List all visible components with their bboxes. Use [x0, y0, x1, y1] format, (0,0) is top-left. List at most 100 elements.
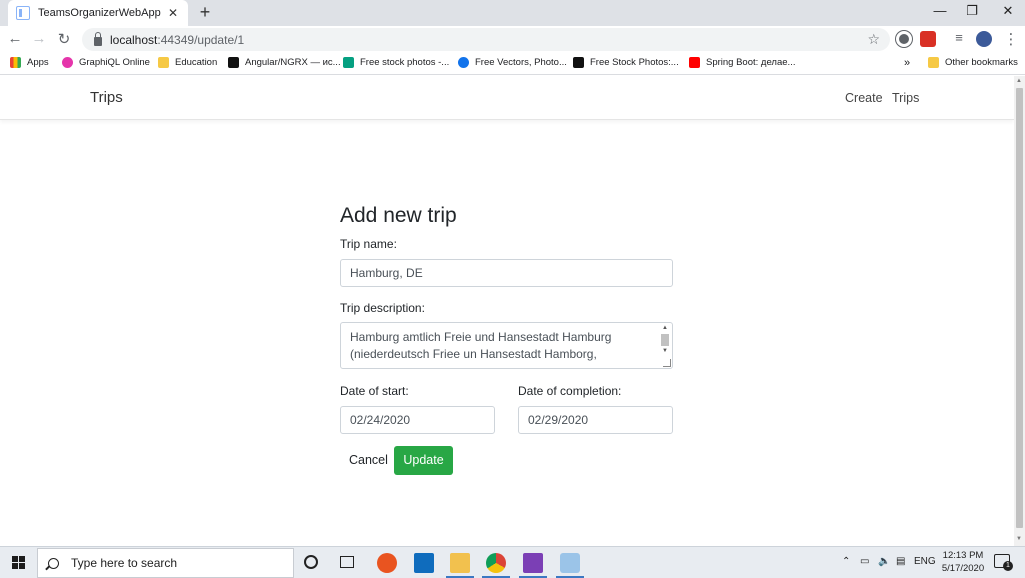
- address-bar[interactable]: localhost:44349/update/1 ☆: [82, 28, 890, 51]
- cancel-button[interactable]: Cancel: [349, 453, 388, 467]
- browser-menu-icon[interactable]: ⋮: [1002, 30, 1020, 48]
- new-tab-button[interactable]: +: [196, 3, 214, 21]
- search-placeholder: Type here to search: [71, 556, 178, 570]
- bookmark-label: Angular/NGRX — ис...: [245, 57, 341, 68]
- trip-name-input[interactable]: Hamburg, DE: [340, 259, 673, 287]
- lock-icon: [94, 31, 102, 46]
- bookmark-graphiql[interactable]: GraphiQL Online: [62, 57, 150, 68]
- scroll-up-icon[interactable]: ▲: [660, 325, 670, 332]
- date-completion-input[interactable]: 02/29/2020: [518, 406, 673, 434]
- folder-icon: [158, 57, 169, 68]
- bookmark-label: Apps: [27, 57, 49, 68]
- resize-grip-icon[interactable]: [663, 359, 671, 367]
- profile-avatar[interactable]: [976, 31, 992, 47]
- bookmark-angular-ngrx[interactable]: Angular/NGRX — ис...: [228, 57, 341, 68]
- task-view-icon[interactable]: [340, 556, 354, 568]
- graphql-icon: [62, 57, 73, 68]
- description-line-2: (niederdeutsch Friee un Hansestadt Hambo…: [350, 347, 597, 361]
- b-letter-icon: [573, 57, 584, 68]
- extension-red-icon[interactable]: [920, 31, 936, 47]
- forward-arrow-icon[interactable]: →: [30, 30, 48, 47]
- bookmark-apps[interactable]: Apps: [10, 57, 49, 68]
- media-queue-icon[interactable]: ≡: [950, 30, 968, 45]
- pexels-icon: [343, 57, 354, 68]
- bookmark-free-stock-photos-b[interactable]: Free Stock Photos:...: [573, 57, 679, 68]
- clock-date: 5/17/2020: [941, 563, 985, 574]
- close-window-button[interactable]: ✕: [1000, 3, 1016, 19]
- clock-time: 12:13 PM: [942, 550, 984, 561]
- medium-icon: [228, 57, 239, 68]
- search-icon: [48, 557, 59, 569]
- page-favicon-icon: [16, 6, 30, 20]
- volume-icon[interactable]: 🔈: [878, 556, 890, 567]
- file-explorer-icon[interactable]: [450, 553, 470, 573]
- ubuntu-icon[interactable]: [377, 553, 397, 573]
- notification-count-badge: 1: [1003, 561, 1013, 571]
- update-button[interactable]: Update: [394, 446, 453, 475]
- tab-close-icon[interactable]: ✕: [166, 6, 180, 20]
- chrome-icon[interactable]: [486, 553, 506, 573]
- minimize-button[interactable]: —: [932, 3, 948, 18]
- bookmark-label: Other bookmarks: [945, 57, 1018, 68]
- page-scroll-down-icon[interactable]: ▼: [1016, 536, 1022, 542]
- browser-tab[interactable]: TeamsOrganizerWebApp ✕: [8, 0, 188, 26]
- youtube-icon: [689, 57, 700, 68]
- browser-toolbar: ← → ↻ localhost:44349/update/1 ☆ ≡ ⋮: [0, 26, 1025, 53]
- description-line-1: Hamburg amtlich Freie und Hansestadt Ham…: [350, 330, 612, 344]
- date-start-label: Date of start:: [340, 384, 409, 398]
- language-indicator[interactable]: ENG: [914, 556, 936, 567]
- browser-tab-strip: TeamsOrganizerWebApp ✕ + — ❐ ✕: [0, 0, 1025, 26]
- visual-studio-icon[interactable]: [523, 553, 543, 573]
- bookmark-label: Free Vectors, Photo...: [475, 57, 567, 68]
- battery-icon[interactable]: ▭: [860, 556, 869, 567]
- page-title: Add new trip: [340, 204, 457, 227]
- restore-button[interactable]: ❐: [964, 3, 980, 19]
- scroll-thumb[interactable]: [661, 334, 669, 346]
- extension-dark-mode-icon[interactable]: [896, 31, 912, 47]
- show-hidden-icons-icon[interactable]: ⌃: [842, 556, 850, 567]
- bookmark-free-stock-photos[interactable]: Free stock photos -...: [343, 57, 449, 68]
- app-navbar: Trips Create Trips: [0, 76, 1014, 120]
- windows-start-icon[interactable]: [12, 556, 26, 570]
- bookmark-education[interactable]: Education: [158, 57, 217, 68]
- bookmark-star-icon[interactable]: ☆: [867, 31, 880, 48]
- date-start-input[interactable]: 02/24/2020: [340, 406, 495, 434]
- nav-link-trips[interactable]: Trips: [892, 91, 919, 105]
- page-scrollbar[interactable]: ▲ ▼: [1014, 76, 1025, 546]
- date-completion-label: Date of completion:: [518, 384, 622, 398]
- navbar-brand[interactable]: Trips: [90, 89, 123, 106]
- tab-title: TeamsOrganizerWebApp: [38, 7, 161, 19]
- back-arrow-icon[interactable]: ←: [6, 30, 24, 47]
- apps-grid-icon: [10, 57, 21, 68]
- trip-description-label: Trip description:: [340, 301, 425, 315]
- windows-taskbar: Type here to search ⌃ ▭ 🔈 ▤ ENG 12:13 PM…: [0, 546, 1025, 578]
- bookmarks-overflow-button[interactable]: »: [904, 57, 910, 69]
- paint-icon[interactable]: [560, 553, 580, 573]
- bookmark-label: GraphiQL Online: [79, 57, 150, 68]
- taskbar-search-box[interactable]: Type here to search: [37, 548, 294, 578]
- trip-name-label: Trip name:: [340, 237, 397, 251]
- reload-icon[interactable]: ↻: [55, 30, 73, 48]
- bookmark-free-vectors[interactable]: Free Vectors, Photo...: [458, 57, 567, 68]
- page-scroll-up-icon[interactable]: ▲: [1016, 78, 1022, 84]
- url-path: :44349/update/1: [157, 32, 245, 47]
- bookmark-label: Spring Boot: делае...: [706, 57, 796, 68]
- taskbar-clock[interactable]: 12:13 PM 5/17/2020: [940, 549, 986, 575]
- page-scroll-thumb[interactable]: [1016, 88, 1023, 528]
- bookmark-label: Education: [175, 57, 218, 68]
- freepik-icon: [458, 57, 469, 68]
- network-icon[interactable]: ▤: [896, 556, 905, 567]
- web-page: Trips Create Trips Add new trip Trip nam…: [0, 76, 1014, 546]
- scroll-down-icon[interactable]: ▼: [660, 348, 670, 355]
- nav-link-create[interactable]: Create: [845, 91, 883, 105]
- bookmark-spring-boot[interactable]: Spring Boot: делае...: [689, 57, 795, 68]
- bookmark-label: Free stock photos -...: [360, 57, 450, 68]
- mail-icon[interactable]: [414, 553, 434, 573]
- bookmarks-bar: Apps GraphiQL Online Education Angular/N…: [0, 53, 1025, 75]
- folder-icon: [928, 57, 939, 68]
- bookmark-other-bookmarks[interactable]: Other bookmarks: [928, 57, 1018, 68]
- bookmarks-more-label: »: [904, 57, 911, 69]
- url-host: localhost: [110, 32, 158, 47]
- cortana-icon[interactable]: [304, 555, 318, 569]
- trip-description-textarea[interactable]: Hamburg amtlich Freie und Hansestadt Ham…: [340, 322, 673, 369]
